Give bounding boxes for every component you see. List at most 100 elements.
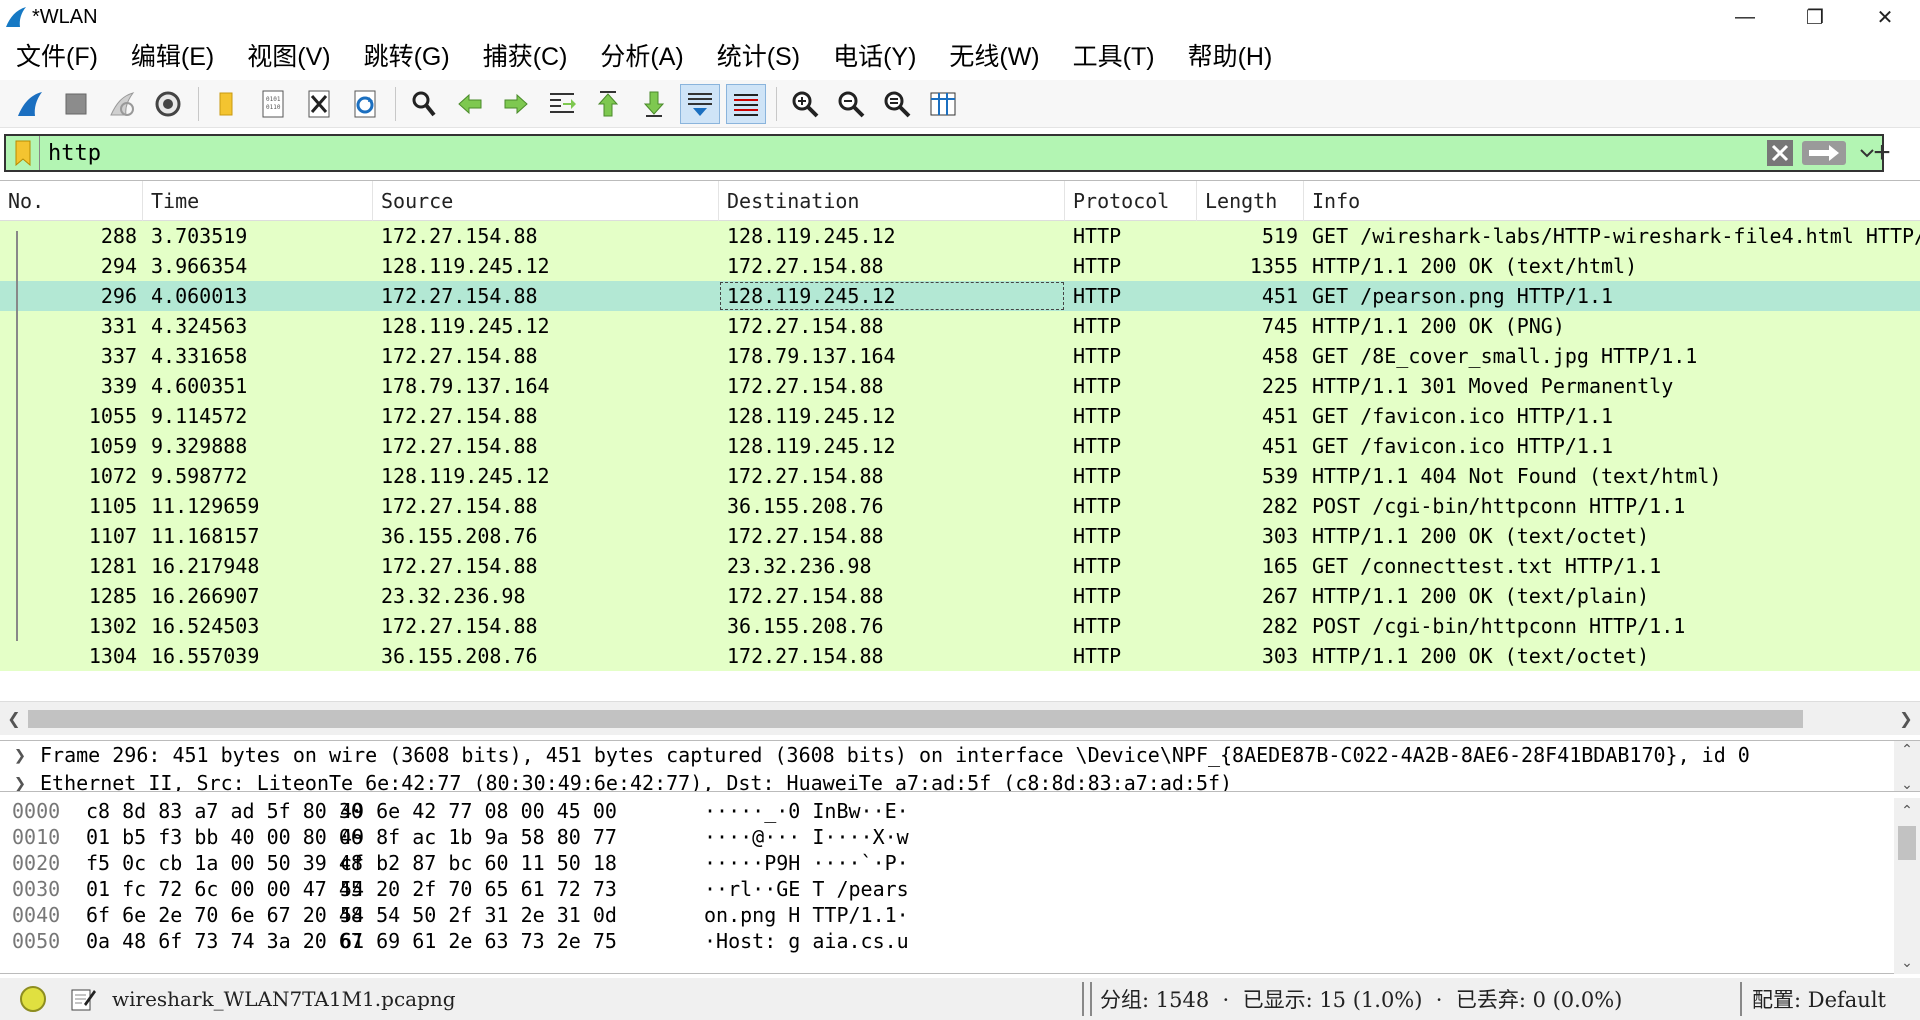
byte-row[interactable]: 0050 0a 48 6f 73 74 3a 20 67 61 69 61 2e 6…: [0, 928, 1920, 954]
column-header-protocol[interactable]: Protocol: [1065, 180, 1197, 221]
column-header-info[interactable]: Info: [1304, 181, 1920, 221]
byte-row[interactable]: 0040 6f 6e 2e 70 6e 67 20 48 54 54 50 2f 3…: [0, 902, 1920, 928]
expert-info-indicator-icon[interactable]: [20, 986, 46, 1012]
packet-row[interactable]: 339 4.600351 178.79.137.164 172.27.154.88 HT…: [0, 371, 1920, 401]
first-packet-button[interactable]: [588, 84, 628, 124]
scroll-up-arrow-icon[interactable]: ⌃: [1894, 798, 1920, 822]
byte-ascii: ·····P9H ····`·P·: [704, 851, 909, 875]
display-filter-input[interactable]: [40, 136, 1764, 170]
byte-hex-group: 01 b5 f3 bb 40 00 80 06: [86, 825, 363, 849]
column-header-length[interactable]: Length: [1197, 180, 1304, 221]
menu-telephony[interactable]: 电话(Y): [833, 37, 916, 73]
scroll-up-arrow-icon[interactable]: ⌃: [1901, 741, 1913, 758]
go-forward-button[interactable]: [496, 84, 536, 124]
cell-protocol: HTTP: [1073, 374, 1122, 398]
bytes-vscrollbar[interactable]: ⌃ ⌄: [1894, 798, 1920, 974]
column-header-time[interactable]: Time: [143, 180, 373, 221]
details-vscrollbar[interactable]: ⌃ ⌄: [1894, 741, 1920, 791]
menu-wireless[interactable]: 无线(W): [949, 37, 1039, 73]
menu-analyze[interactable]: 分析(A): [600, 37, 683, 73]
cell-info: GET /8E_cover_small.jpg HTTP/1.1: [1312, 344, 1698, 368]
byte-row[interactable]: 0010 01 b5 f3 bb 40 00 80 06 49 8f ac 1b 9…: [0, 824, 1920, 850]
packet-row[interactable]: 294 3.966354 128.119.245.12 172.27.154.88 HT…: [0, 251, 1920, 281]
packet-list-hscrollbar[interactable]: ❮ ❯: [0, 701, 1920, 735]
detail-row-ethernet[interactable]: ❯ Ethernet II, Src: LiteonTe_6e:42:77 (8…: [0, 769, 1920, 791]
start-capture-button[interactable]: [10, 84, 50, 124]
scroll-thumb[interactable]: [1898, 826, 1916, 860]
cell-destination: 172.27.154.88: [727, 254, 884, 278]
profile-selector[interactable]: 配置: Default: [1752, 978, 1886, 1020]
related-packets-indicator: [16, 231, 18, 641]
capture-comment-button[interactable]: [68, 984, 98, 1014]
cell-info: GET /favicon.ico HTTP/1.1: [1312, 404, 1614, 428]
packet-row[interactable]: 1285 16.266907 23.32.236.98 172.27.154.88 HT…: [0, 581, 1920, 611]
menu-tools[interactable]: 工具(T): [1073, 37, 1155, 73]
scroll-left-arrow-icon[interactable]: ❮: [0, 702, 28, 736]
restart-capture-button[interactable]: [102, 84, 142, 124]
packet-row[interactable]: 1055 9.114572 172.27.154.88 128.119.245.12 H…: [0, 401, 1920, 431]
detail-row-frame[interactable]: ❯ Frame 296: 451 bytes on wire (3608 bit…: [0, 741, 1920, 769]
menu-capture[interactable]: 捕获(C): [483, 37, 568, 73]
resize-columns-button[interactable]: [923, 84, 963, 124]
close-file-button[interactable]: [299, 84, 339, 124]
reload-file-button[interactable]: [345, 84, 385, 124]
packet-row[interactable]: 1304 16.557039 36.155.208.76 172.27.154.88 H…: [0, 641, 1920, 671]
cell-destination: 172.27.154.88: [727, 464, 884, 488]
packet-row[interactable]: 1302 16.524503 172.27.154.88 36.155.208.76 H…: [0, 611, 1920, 641]
cell-info: HTTP/1.1 404 Not Found (text/html): [1312, 464, 1722, 488]
expand-arrow-icon[interactable]: ❯: [0, 743, 40, 767]
apply-filter-button[interactable]: [1800, 138, 1848, 168]
byte-hex-group: c8 8d 83 a7 ad 5f 80 30: [86, 799, 363, 823]
colorize-button[interactable]: [726, 83, 766, 124]
packet-row[interactable]: 296 4.060013 172.27.154.88 128.119.245.12 HT…: [0, 281, 1920, 311]
packet-row[interactable]: 337 4.331658 172.27.154.88 178.79.137.164 HT…: [0, 341, 1920, 371]
last-packet-button[interactable]: [634, 84, 674, 124]
go-to-packet-button[interactable]: [542, 84, 582, 124]
expand-arrow-icon[interactable]: ❯: [0, 771, 40, 791]
scroll-track[interactable]: [28, 708, 1892, 730]
byte-row[interactable]: 0000 c8 8d 83 a7 ad 5f 80 30 49 6e 42 77 0…: [0, 798, 1920, 824]
restore-button[interactable]: ❐: [1780, 0, 1850, 34]
scroll-thumb[interactable]: [28, 709, 1803, 728]
find-packet-button[interactable]: [404, 84, 444, 124]
packet-row[interactable]: 1072 9.598772 128.119.245.12 172.27.154.88 H…: [0, 461, 1920, 491]
autoscroll-button[interactable]: [680, 83, 720, 124]
cell-destination: 36.155.208.76: [727, 614, 884, 638]
menu-edit[interactable]: 编辑(E): [131, 37, 214, 73]
packet-row[interactable]: 1105 11.129659 172.27.154.88 36.155.208.76 H…: [0, 491, 1920, 521]
minimize-button[interactable]: —: [1710, 0, 1780, 34]
column-header-source[interactable]: Source: [373, 180, 719, 221]
zoom-in-button[interactable]: [785, 84, 825, 124]
byte-row[interactable]: 0020 f5 0c cb 1a 00 50 39 48 cf b2 87 bc 6…: [0, 850, 1920, 876]
close-window-button[interactable]: ✕: [1850, 0, 1920, 34]
column-header-no[interactable]: No.: [0, 180, 143, 221]
clear-filter-button[interactable]: [1764, 138, 1796, 168]
cell-info: GET /wireshark-labs/HTTP-wireshark-file4…: [1312, 224, 1920, 248]
add-filter-button[interactable]: +: [1862, 136, 1902, 170]
column-header-destination[interactable]: Destination: [719, 180, 1065, 221]
packet-row[interactable]: 288 3.703519 172.27.154.88 128.119.245.12 HT…: [0, 221, 1920, 251]
go-back-button[interactable]: [450, 84, 490, 124]
menu-view[interactable]: 视图(V): [247, 37, 330, 73]
menu-statistics[interactable]: 统计(S): [717, 37, 800, 73]
scroll-right-arrow-icon[interactable]: ❯: [1892, 702, 1920, 736]
open-file-button[interactable]: [207, 84, 247, 124]
scroll-down-arrow-icon[interactable]: ⌄: [1901, 776, 1913, 791]
scroll-down-arrow-icon[interactable]: ⌄: [1894, 950, 1920, 974]
filter-bookmark-button[interactable]: [6, 136, 40, 170]
capture-options-button[interactable]: [148, 84, 188, 124]
packet-row[interactable]: 1281 16.217948 172.27.154.88 23.32.236.98 HT…: [0, 551, 1920, 581]
packet-row[interactable]: 1107 11.168157 36.155.208.76 172.27.154.88 H…: [0, 521, 1920, 551]
byte-row[interactable]: 0030 01 fc 72 6c 00 00 47 45 54 20 2f 70 6…: [0, 876, 1920, 902]
cell-info: HTTP/1.1 200 OK (text/html): [1312, 254, 1638, 278]
zoom-normal-button[interactable]: [877, 84, 917, 124]
stop-capture-button[interactable]: [56, 84, 96, 124]
menu-file[interactable]: 文件(F): [16, 37, 98, 73]
save-file-button[interactable]: 0101 0110: [253, 84, 293, 124]
menu-help[interactable]: 帮助(H): [1188, 37, 1273, 73]
packet-row[interactable]: 331 4.324563 128.119.245.12 172.27.154.88 HT…: [0, 311, 1920, 341]
menu-go[interactable]: 跳转(G): [364, 37, 450, 73]
packet-row[interactable]: 1059 9.329888 172.27.154.88 128.119.245.12 H…: [0, 431, 1920, 461]
zoom-out-button[interactable]: [831, 84, 871, 124]
svg-text:0110: 0110: [266, 104, 281, 111]
